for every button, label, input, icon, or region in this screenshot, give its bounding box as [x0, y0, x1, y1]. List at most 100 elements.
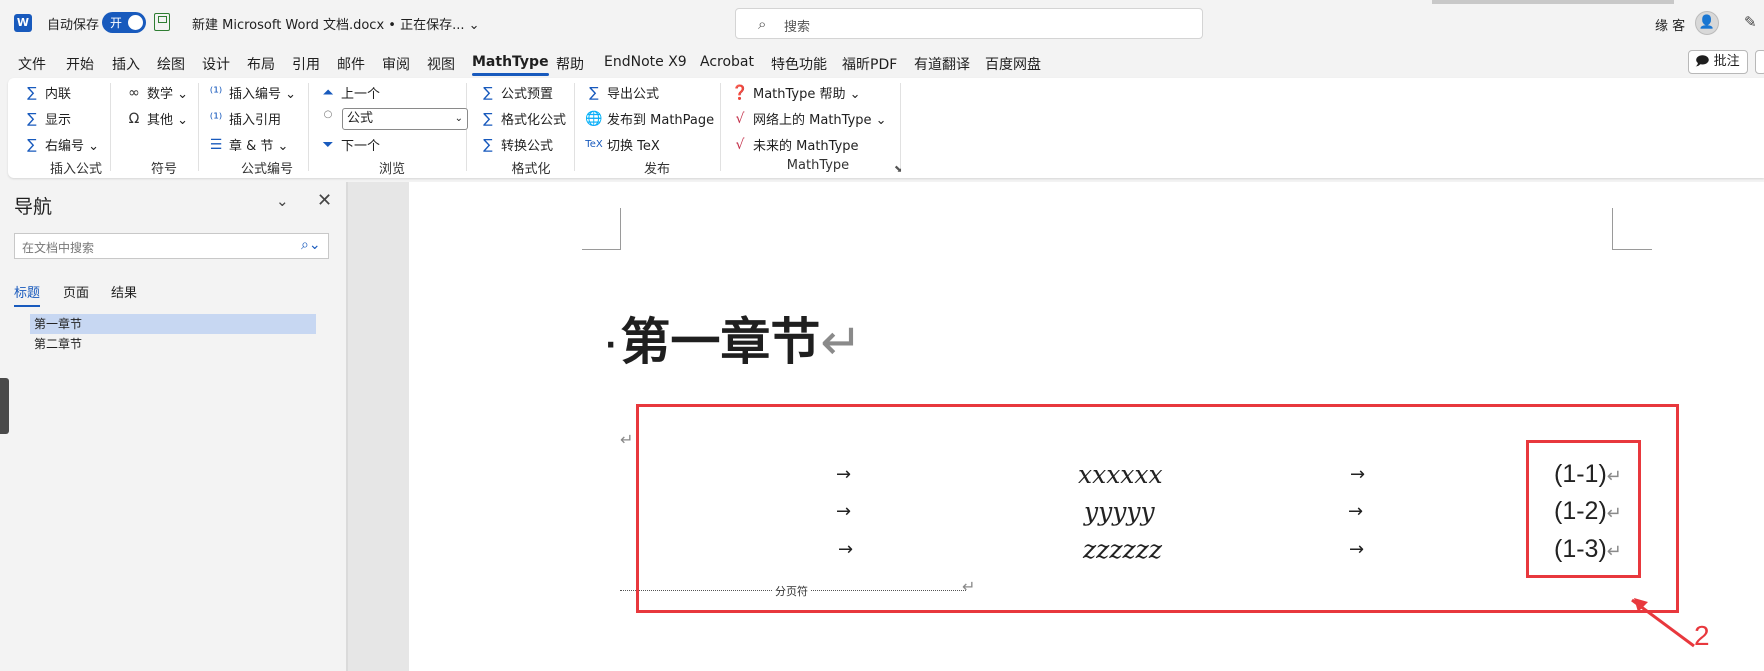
comment-button[interactable]: 🗩 批注: [1688, 50, 1748, 74]
other-symbols-button[interactable]: Ω 其他 ⌄: [124, 109, 188, 129]
mathtype-help-button[interactable]: ❓ MathType 帮助 ⌄: [730, 83, 860, 103]
tab-foxit-pdf[interactable]: 福昕PDF: [842, 54, 897, 74]
chapter-heading[interactable]: ·第一章节↵: [605, 302, 862, 374]
pen-icon[interactable]: ✎: [1744, 13, 1757, 31]
equation-preferences-button[interactable]: ∑ 公式预置: [478, 83, 554, 103]
online-label: 网络上的 MathType ⌄: [753, 113, 887, 128]
edit-mode-button[interactable]: [1755, 50, 1764, 74]
group-separator: [308, 83, 309, 171]
tab-youdao[interactable]: 有道翻译: [914, 54, 970, 74]
heading-bullet: ·: [605, 328, 617, 363]
browse-type-select[interactable]: 公式 ⌄: [342, 108, 468, 130]
autosave-toggle[interactable]: 开: [102, 12, 146, 33]
previous-button[interactable]: ⏶ 上一个: [318, 83, 380, 103]
display-equation-button[interactable]: ∑ 显示: [22, 109, 71, 129]
tab-file[interactable]: 文件: [18, 54, 46, 74]
nav-title: 导航: [14, 196, 53, 218]
group-label-publish: 发布: [643, 162, 670, 177]
group-separator: [900, 83, 901, 171]
toggle-knob: [128, 15, 143, 30]
tab-home[interactable]: 开始: [66, 54, 94, 74]
math-label: 数学 ⌄: [147, 87, 189, 102]
pane-divider[interactable]: [346, 182, 348, 671]
sigma-icon: ∑: [27, 110, 37, 127]
tab-features[interactable]: 特色功能: [771, 54, 827, 74]
tab-acrobat[interactable]: Acrobat: [700, 54, 754, 70]
next-label: 下一个: [341, 139, 381, 154]
arrow-up-icon: ⏶: [322, 84, 334, 101]
search-input[interactable]: ⌕ 搜索: [735, 8, 1203, 39]
title-bar: W 自动保存 开 新建 Microsoft Word 文档.docx • 正在保…: [0, 0, 1764, 44]
format-icon: ∑: [483, 110, 493, 127]
side-handle[interactable]: [0, 378, 9, 434]
mathtype-future-button[interactable]: √ 未来的 MathType: [730, 135, 859, 155]
tab-baidu-pan[interactable]: 百度网盘: [985, 54, 1041, 74]
tab-mathtype[interactable]: MathType: [472, 54, 549, 76]
tab-mailings[interactable]: 邮件: [337, 54, 365, 74]
annotation-number: 2: [1694, 620, 1710, 651]
toggle-tex-button[interactable]: TeX 切换 TeX: [584, 135, 660, 154]
search-icon[interactable]: ⌕⌄: [301, 237, 321, 253]
tex-icon: TeX: [585, 139, 603, 150]
nav-heading-item[interactable]: 第一章节: [30, 314, 316, 334]
document-title[interactable]: 新建 Microsoft Word 文档.docx • 正在保存... ⌄: [192, 14, 480, 33]
nav-heading-item[interactable]: 第二章节: [30, 334, 316, 354]
publish-mathpage-button[interactable]: 🌐 发布到 MathPage: [584, 109, 714, 129]
right-numbered-button[interactable]: ∑ 右编号 ⌄: [22, 135, 99, 155]
tab-draw[interactable]: 绘图: [157, 54, 185, 74]
tab-layout[interactable]: 布局: [247, 54, 275, 74]
chevron-down-icon[interactable]: ⌄: [276, 192, 289, 210]
mathtype-online-button[interactable]: √ 网络上的 MathType ⌄: [730, 109, 887, 129]
export-icon: ∑: [589, 84, 599, 101]
group-separator: [720, 83, 721, 171]
comment-label: 批注: [1713, 54, 1740, 69]
reference-icon: ⁽¹⁾: [209, 110, 223, 127]
tab-help[interactable]: 帮助: [556, 54, 584, 74]
mathtype-ribbon: ∑ 内联 ∑ 显示 ∑ 右编号 ⌄ 插入公式 ∞ 数学 ⌄ Ω 其他 ⌄ 符号 ⁽¹⁾ 插入…: [8, 78, 1764, 178]
preferences-icon: ∑: [483, 84, 493, 101]
paragraph-mark: ↵: [620, 430, 634, 449]
nav-search-input[interactable]: 在文档中搜索 ⌕⌄: [14, 233, 329, 259]
nav-tab-pages[interactable]: 页面: [63, 282, 89, 301]
sigma-icon: ∑: [27, 84, 37, 101]
nav-tab-results[interactable]: 结果: [111, 282, 137, 301]
user-name[interactable]: 缘 客: [1655, 15, 1685, 34]
tab-references[interactable]: 引用: [292, 54, 320, 74]
heading-text: 第一章节: [620, 313, 821, 371]
popup-shadow: [1432, 0, 1674, 4]
tab-view[interactable]: 视图: [427, 54, 455, 74]
group-separator: [198, 83, 199, 171]
inline-equation-button[interactable]: ∑ 内联: [22, 83, 71, 103]
avatar-icon[interactable]: 👤: [1695, 11, 1719, 35]
group-label-format: 格式化: [511, 162, 551, 177]
annotation-box-numbers: [1526, 440, 1641, 578]
annotation-box-equations: [636, 404, 1679, 613]
paragraph-mark: ↵: [820, 313, 863, 371]
tab-design[interactable]: 设计: [202, 54, 230, 74]
save-icon[interactable]: [154, 13, 170, 31]
next-button[interactable]: ⏷ 下一个: [318, 135, 381, 155]
export-label: 导出公式: [607, 87, 660, 102]
preferences-label: 公式预置: [501, 87, 554, 102]
autosave-label: 自动保存: [47, 18, 100, 33]
list-icon: ☰: [209, 136, 223, 153]
arrow-down-icon: ⏷: [322, 136, 334, 153]
convert-equations-button[interactable]: ∑ 转换公式: [478, 135, 553, 155]
dialog-launcher-icon[interactable]: ⬊: [894, 164, 902, 175]
close-icon[interactable]: ✕: [317, 190, 332, 211]
tab-endnote[interactable]: EndNote X9: [604, 54, 687, 70]
insert-reference-button[interactable]: ⁽¹⁾ 插入引用: [206, 109, 281, 129]
autosave-state: 开: [110, 16, 123, 30]
tab-insert[interactable]: 插入: [112, 54, 140, 74]
group-label-browse: 浏览: [378, 162, 405, 177]
format-equations-button[interactable]: ∑ 格式化公式: [478, 109, 566, 129]
nav-tab-headings[interactable]: 标题: [14, 282, 41, 307]
mathtype-future-icon: √: [735, 136, 745, 153]
group-label-insert-equation: 插入公式: [49, 162, 102, 177]
tab-review[interactable]: 审阅: [382, 54, 410, 74]
export-equations-button[interactable]: ∑ 导出公式: [584, 83, 660, 103]
chapter-section-button[interactable]: ☰ 章 & 节 ⌄: [206, 135, 289, 155]
insert-number-button[interactable]: ⁽¹⁾ 插入编号 ⌄: [206, 83, 296, 103]
group-separator: [110, 83, 111, 171]
math-symbols-button[interactable]: ∞ 数学 ⌄: [124, 83, 189, 103]
